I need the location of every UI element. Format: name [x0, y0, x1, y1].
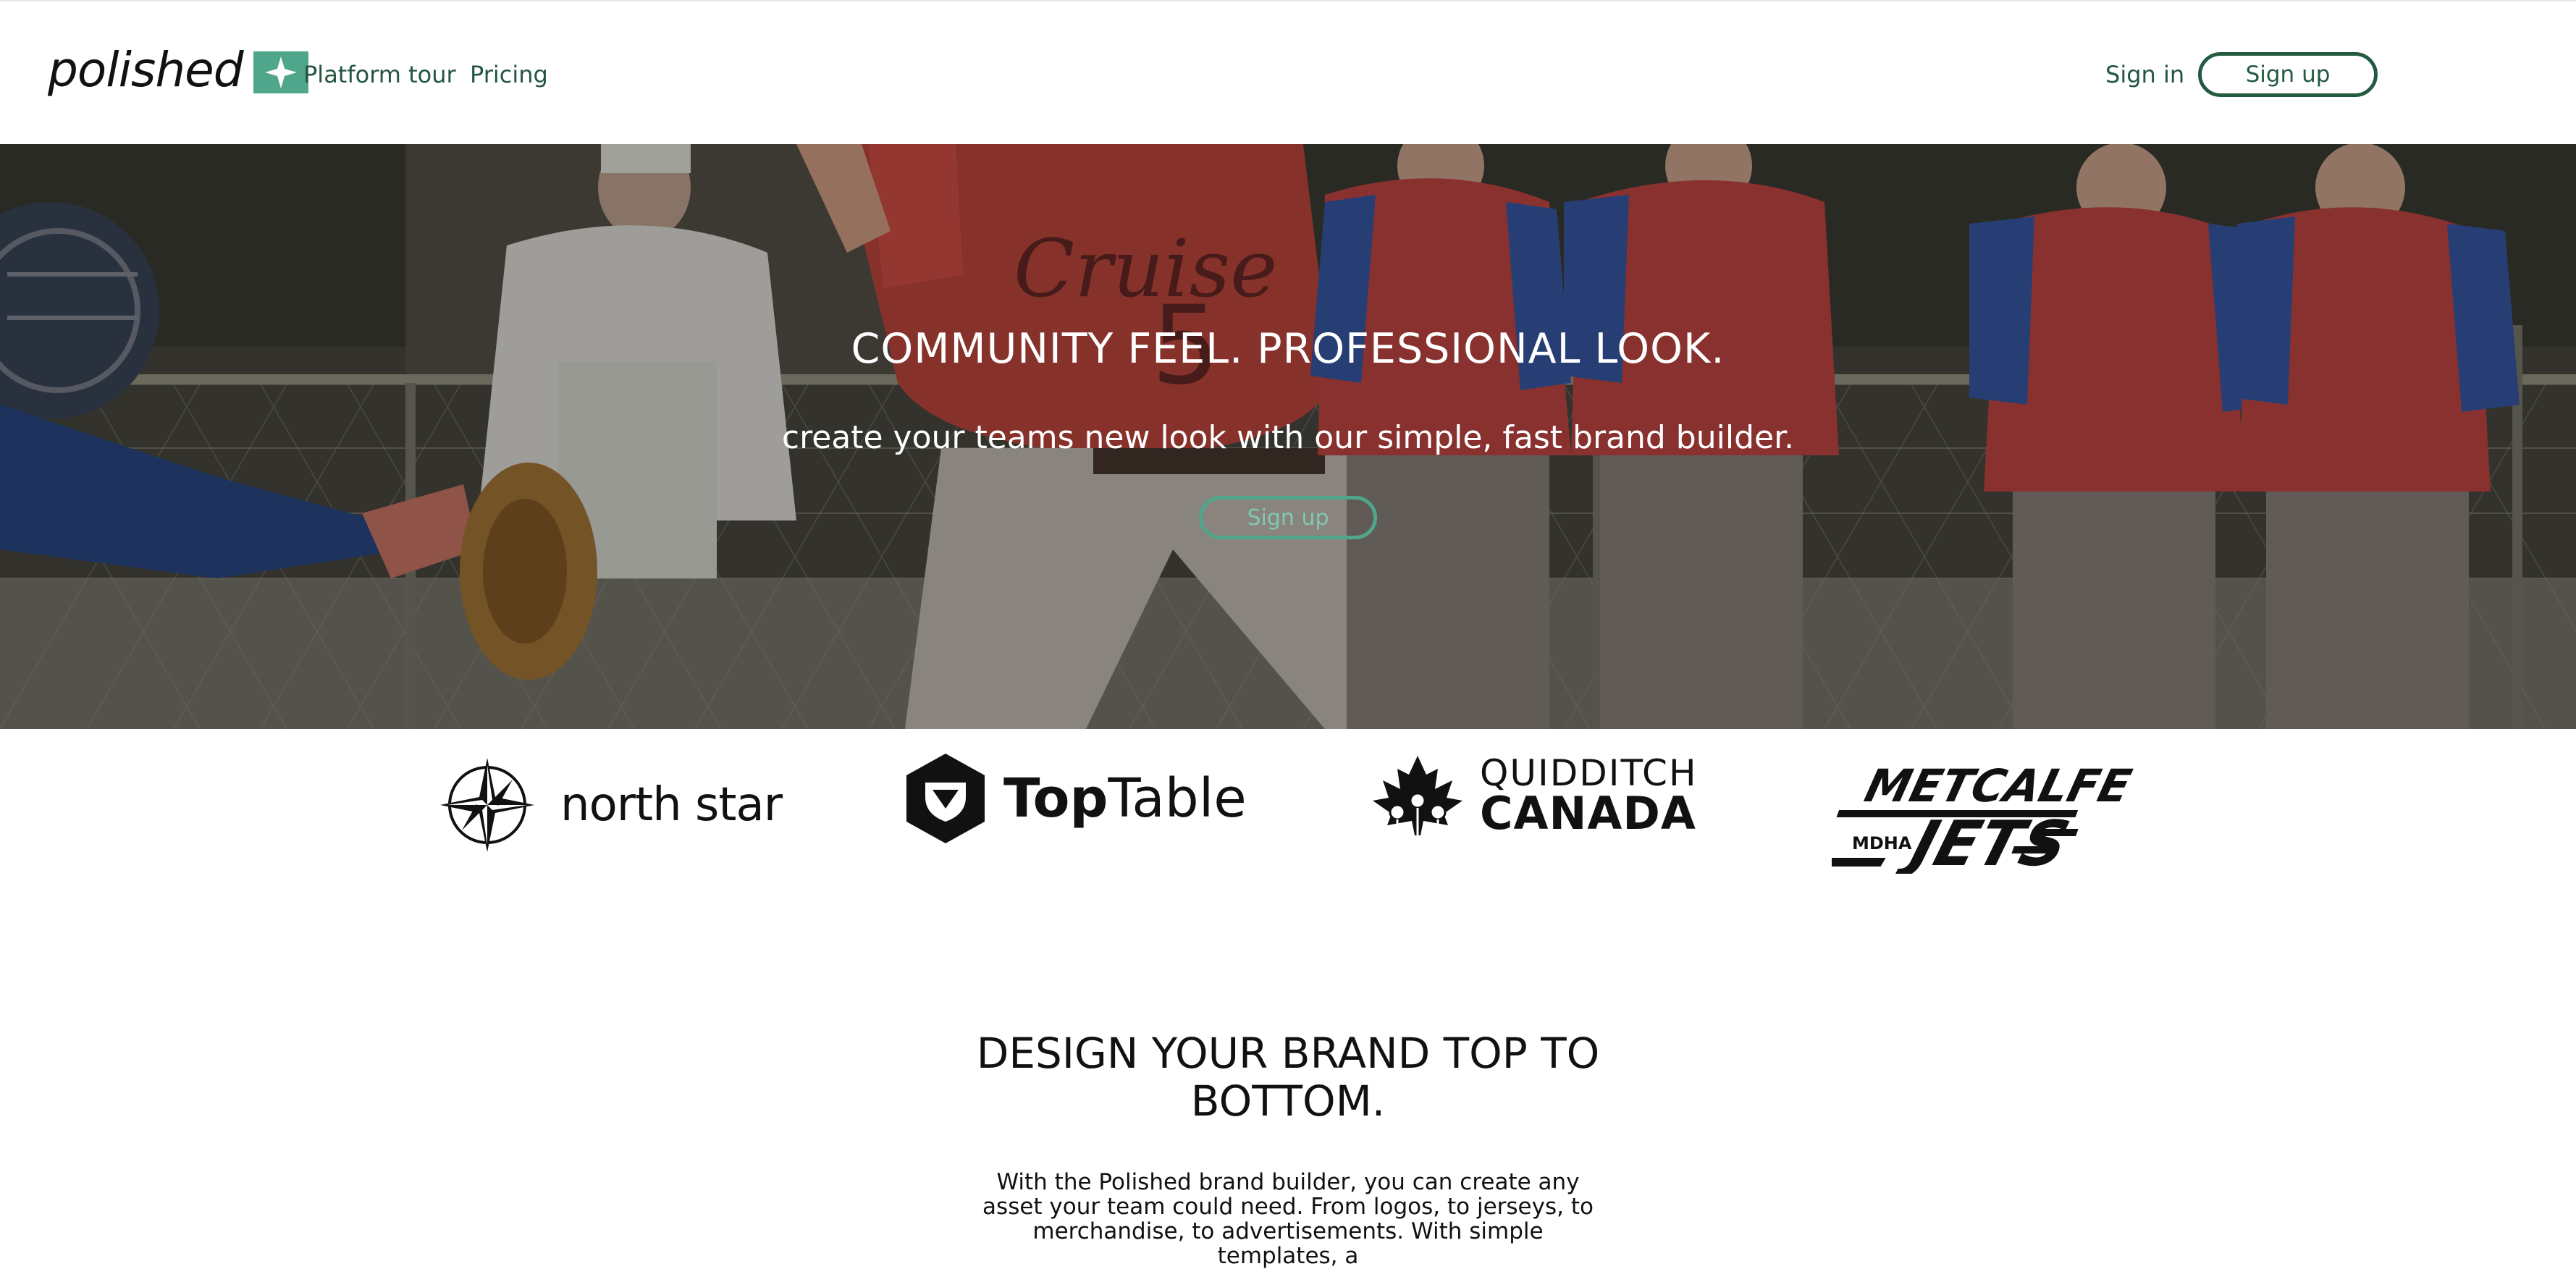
toptable-wordmark: TopTable	[1003, 767, 1247, 830]
maple-leaf-hoops-icon	[1373, 756, 1462, 835]
toptable-wordmark-regular: Table	[1108, 767, 1247, 830]
canada-word: CANADA	[1480, 787, 1696, 840]
metcalfe-jets-logo: METCALFE MDHA JETS	[1764, 760, 2137, 880]
metcalfe-jets-small-word: MDHA	[1852, 833, 1912, 853]
sparkle-star-icon	[253, 51, 308, 93]
metcalfe-jets-top-word: METCALFE	[1860, 760, 2136, 812]
quidditch-word: QUIDDITCH	[1480, 752, 1698, 794]
client-logo-north-star: north star	[440, 758, 783, 852]
nav-link-sign-in[interactable]: Sign in	[2105, 61, 2184, 88]
hero-banner: Cruise 5 COMMUNITY FEEL. PROFESSIONAL LO…	[0, 144, 2576, 729]
hero-subheadline: create your teams new look with our simp…	[781, 419, 1795, 456]
design-section-title: DESIGN YOUR BRAND TOP TO BOTTOM.	[976, 1029, 1600, 1126]
client-logo-quidditch-canada: QUIDDITCH CANADA	[1368, 755, 1698, 836]
quidditch-canada-wordmark: QUIDDITCH CANADA	[1480, 755, 1698, 836]
client-logo-toptable: TopTable	[904, 752, 1247, 845]
logo-wordmark: polished	[48, 42, 244, 98]
hero-sign-up-button[interactable]: Sign up	[1199, 496, 1377, 539]
toptable-wordmark-bold: Top	[1003, 767, 1108, 830]
nav-sign-up-button[interactable]: Sign up	[2198, 52, 2378, 97]
hexagon-shield-icon	[906, 754, 985, 843]
top-navbar: polished Platform tour Pricing Sign in S…	[0, 0, 2576, 144]
metcalfe-jets-bottom-word: JETS	[1893, 808, 2077, 874]
client-logos-row: north star TopTable QUIDDITCH CANADA MET…	[0, 729, 2576, 881]
compass-star-icon	[440, 758, 534, 852]
polished-logo[interactable]: polished	[48, 42, 308, 98]
north-star-wordmark: north star	[560, 778, 783, 832]
client-logo-metcalfe-jets: METCALFE MDHA JETS	[1764, 751, 2137, 880]
nav-link-pricing[interactable]: Pricing	[470, 61, 548, 88]
nav-link-platform-tour[interactable]: Platform tour	[303, 61, 456, 88]
hero-headline: COMMUNITY FEEL. PROFESSIONAL LOOK.	[851, 325, 1725, 373]
design-section-body: With the Polished brand builder, you can…	[982, 1169, 1594, 1269]
